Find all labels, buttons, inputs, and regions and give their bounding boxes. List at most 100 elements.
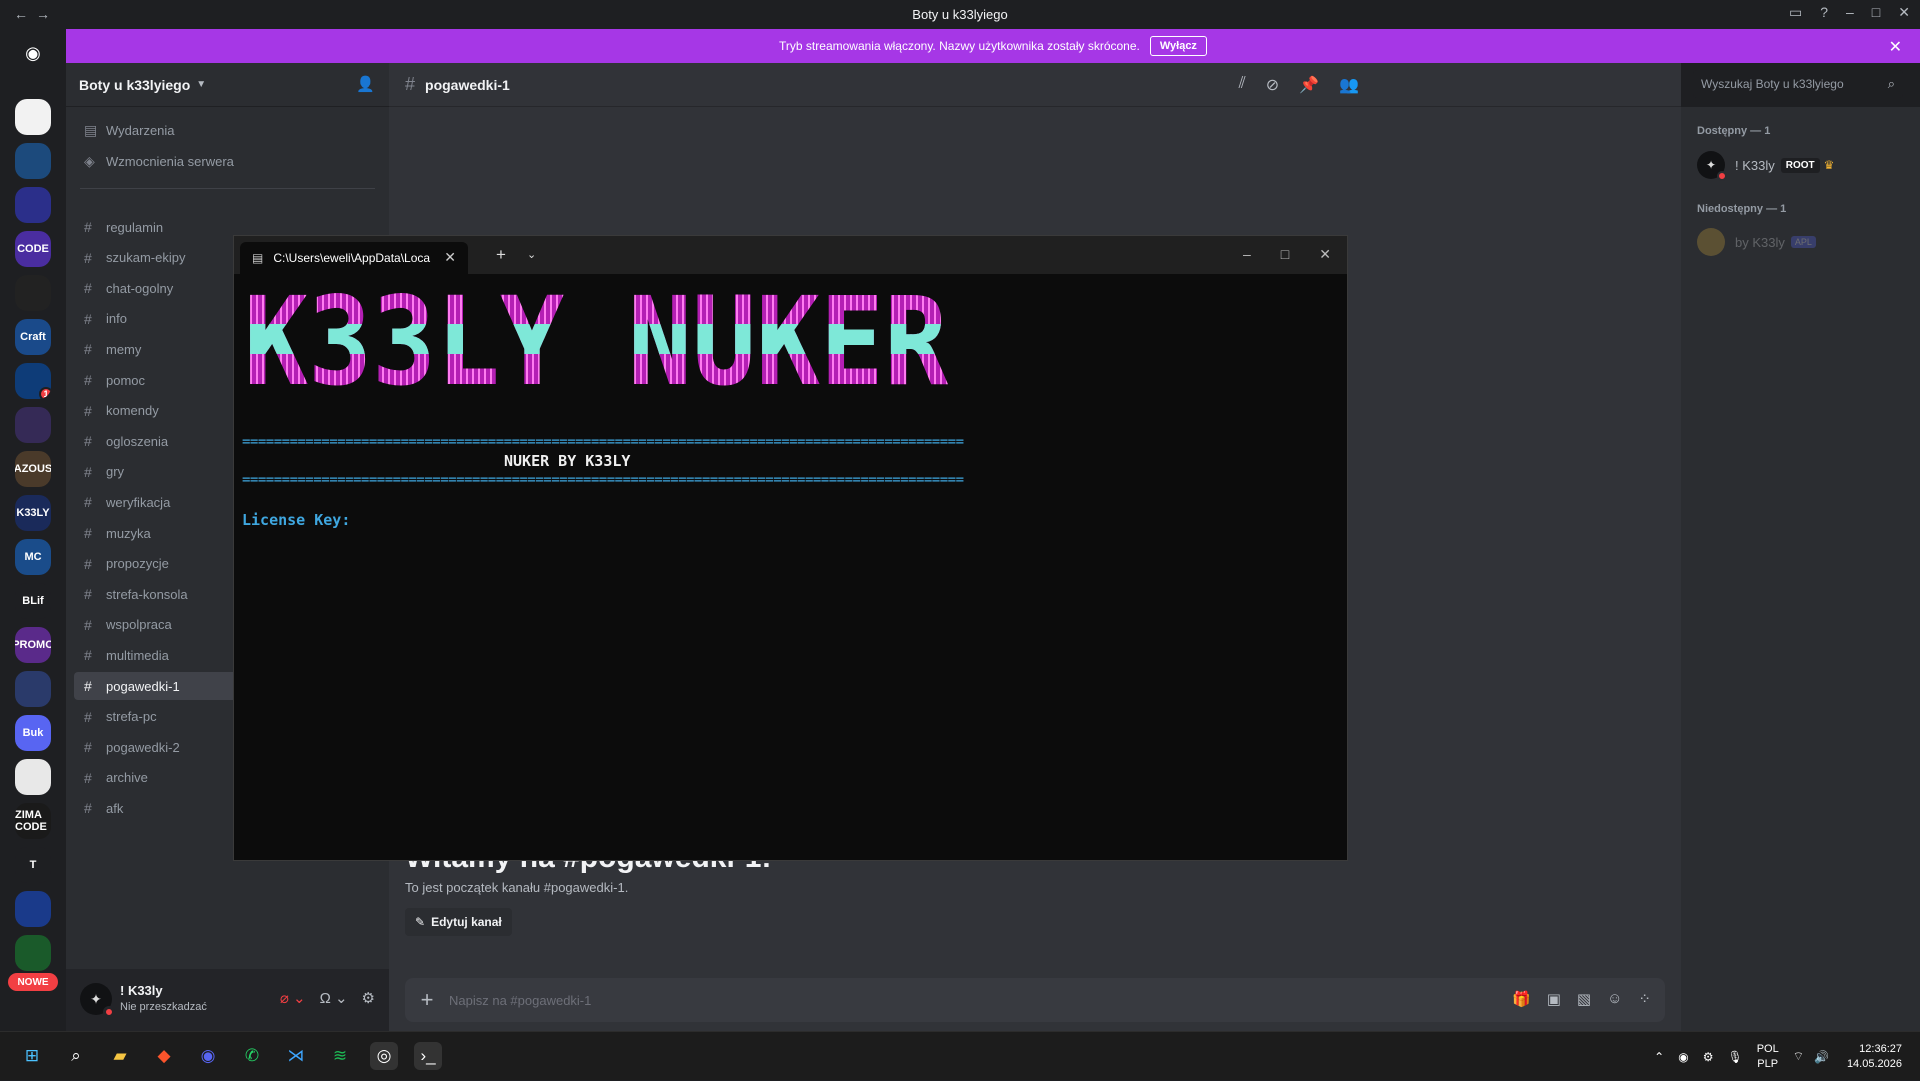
channel-label: komendy [106,403,159,419]
server-icon[interactable] [15,187,51,223]
brave-browser-icon[interactable]: ◆ [150,1042,178,1070]
sticker-icon[interactable]: ▧ [1577,990,1591,1008]
server-name: Boty u k33lyiego [79,76,191,93]
pin-icon[interactable]: 📌 [1299,75,1319,95]
server-icon[interactable]: AZOUS [15,451,51,487]
add-attachment-icon[interactable]: + [405,987,449,1013]
avatar[interactable]: ✦ [80,983,115,1018]
server-icon[interactable] [15,891,51,927]
sidebar-item-label: Wydarzenia [106,122,175,138]
search-icon[interactable]: ⌕ [62,1042,90,1070]
vscode-icon[interactable]: ⋊ [282,1042,310,1070]
server-icon[interactable]: PROMO [15,627,51,663]
whatsapp-icon[interactable]: ✆ [238,1042,266,1070]
server-icon[interactable] [15,671,51,707]
banner-close-icon[interactable]: ✕ [1889,37,1902,57]
notifications-muted-icon[interactable]: ⊘ [1266,75,1279,95]
emoji-icon[interactable]: ☺ [1607,990,1622,1008]
server-icon[interactable] [15,99,51,135]
settings-gear-icon[interactable]: ⚙ [362,989,375,1007]
new-tab-icon[interactable]: + [496,245,506,265]
server-header[interactable]: Boty u k33lyiego ▼ 👤 [66,63,389,107]
gif-icon[interactable]: ▣ [1547,990,1561,1008]
invite-people-icon[interactable]: 👤 [356,75,375,93]
gift-icon[interactable]: 🎁 [1512,990,1531,1008]
hash-icon: # [84,586,92,603]
system-tray: ⌃ ◉ ⚙ 🎙 POL PLP ⌔ 🔊 12:36:27 14.05.2026 [1654,1032,1920,1081]
microphone-icon[interactable]: 🎙 [1727,1050,1742,1064]
discord-app-icon[interactable]: ◉ [194,1042,222,1070]
sidebar-item-events[interactable]: ▤ Wydarzenia [74,116,381,144]
user-status: Nie przeszkadzać [120,1001,207,1013]
headphones-icon[interactable]: Ω ⌄ [320,989,348,1007]
server-icon[interactable] [15,407,51,443]
steam-tray-icon[interactable]: ⚙ [1703,1050,1714,1064]
mic-muted-icon[interactable]: ⌀ ⌄ [280,989,306,1007]
maximize-icon[interactable]: □ [1281,246,1289,263]
member-avatar [1697,228,1725,256]
server-icon[interactable]: K33LY [15,495,51,531]
server-icon[interactable]: Craft [15,319,51,355]
member-offline[interactable]: by K33ly APL [1697,228,1816,256]
server-icon[interactable]: T [15,847,51,883]
minimize-icon[interactable]: – [1846,4,1854,21]
discord-tray-icon[interactable]: ◉ [1678,1050,1688,1064]
server-icon[interactable] [15,275,51,311]
server-icon[interactable] [15,935,51,971]
windows-start-icon[interactable]: ⊞ [18,1042,46,1070]
close-tab-icon[interactable]: ✕ [444,249,456,266]
server-icon-label: K33LY [16,507,50,519]
search-input[interactable]: Wyszukaj Boty u k33lyiego ⌕ [1693,70,1903,98]
chevron-down-icon[interactable]: ⌄ [527,248,536,261]
spotify-icon[interactable]: ≋ [326,1042,354,1070]
server-icon[interactable]: 1 [15,363,51,399]
server-icon[interactable]: MC [15,539,51,575]
wifi-icon[interactable]: ⌔ [1793,1049,1804,1064]
server-icon[interactable] [15,143,51,179]
message-composer[interactable]: + Napisz na #pogawedki-1 🎁 ▣ ▧ ☺ ⁘ [405,978,1665,1022]
hash-icon: # [84,616,92,633]
close-icon[interactable]: ✕ [1319,246,1331,263]
member-list-icon[interactable]: 👥 [1339,75,1359,95]
close-icon[interactable]: ✕ [1898,4,1910,21]
clock[interactable]: 12:36:27 14.05.2026 [1847,1042,1902,1072]
volume-icon[interactable]: 🔊 [1814,1050,1829,1064]
input-language[interactable]: POL PLP [1757,1042,1779,1072]
sidebar-item-boosts[interactable]: ◈ Wzmocnienia serwera [74,147,381,175]
hash-icon: # [84,310,92,327]
terminal-app-icon[interactable]: ›_ [414,1042,442,1070]
server-icon[interactable]: Buk [15,715,51,751]
online-header: Dostępny — 1 [1697,125,1771,137]
username: ! K33ly [120,983,163,998]
maximize-icon[interactable]: □ [1872,4,1880,21]
composer-tools: 🎁 ▣ ▧ ☺ ⁘ [1512,990,1651,1008]
role-badge: ROOT [1780,157,1820,173]
discord-home-icon[interactable]: ◉ [15,35,51,71]
edit-channel-button[interactable]: ✎ Edytuj kanał [405,908,512,936]
channel-label: pogawedki-2 [106,739,180,755]
threads-icon[interactable]: ⫽ [1239,75,1246,95]
member-online[interactable]: ✦ ! K33ly ROOT ♛ [1697,151,1834,181]
apps-icon[interactable]: ⁘ [1638,990,1651,1008]
server-icon[interactable]: BLif [15,583,51,619]
minimize-icon[interactable]: – [1243,246,1251,263]
nuker-subtitle: NUKER BY K33LY [504,452,631,470]
file-explorer-icon[interactable]: ▰ [106,1042,134,1070]
terminal-tab[interactable]: ▤ C:\Users\eweli\AppData\Loca ✕ [240,242,468,274]
channel-label: weryfikacja [106,494,171,510]
server-icon[interactable]: ZIMA CODE [15,803,51,839]
server-icon[interactable] [15,759,51,795]
obs-icon[interactable]: ◎ [370,1042,398,1070]
terminal-window: ▤ C:\Users\eweli\AppData\Loca ✕ + ⌄ – □ … [233,235,1348,861]
message-input[interactable]: Napisz na #pogawedki-1 [449,993,591,1008]
inbox-icon[interactable]: ▭ [1789,4,1802,21]
hash-icon: # [84,433,92,450]
server-icon[interactable]: CODE [15,231,51,267]
terminal-tabbar: ▤ C:\Users\eweli\AppData\Loca ✕ + ⌄ – □ … [234,236,1347,274]
disable-streamer-mode-button[interactable]: Wyłącz [1149,36,1207,56]
app-tag: APL [1790,236,1816,248]
license-key-prompt[interactable]: License Key: [242,511,350,529]
chevron-up-icon[interactable]: ⌃ [1654,1050,1664,1064]
help-icon[interactable]: ? [1820,4,1828,21]
terminal-window-controls: – □ ✕ [1243,246,1331,263]
